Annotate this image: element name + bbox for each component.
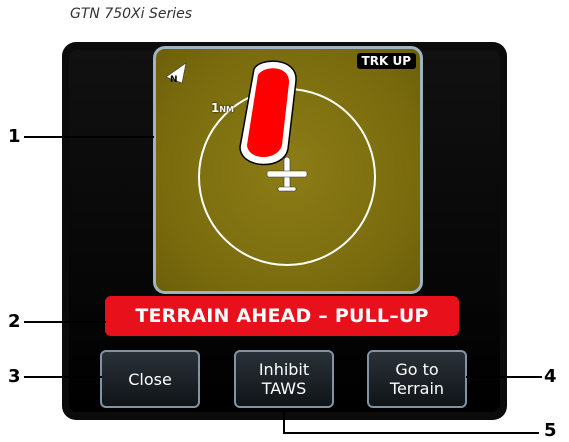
callout-2: 2	[8, 311, 21, 332]
orientation-badge[interactable]: TRK UP	[356, 53, 416, 69]
callout-2-leader	[24, 321, 106, 323]
close-button[interactable]: Close	[100, 350, 200, 408]
callout-1-leader	[24, 136, 154, 138]
terrain-map[interactable]: N TRK UP 1NM	[153, 46, 423, 294]
range-unit: NM	[219, 105, 235, 114]
callout-5-leader	[283, 432, 539, 434]
north-label: N	[170, 75, 178, 85]
callout-3: 3	[8, 366, 21, 387]
callout-5: 5	[544, 420, 557, 441]
terrain-map-graphics: N	[165, 60, 376, 266]
callout-4-leader	[466, 376, 542, 378]
callout-4: 4	[544, 366, 557, 387]
terrain-alert-area	[239, 60, 297, 166]
callout-1: 1	[8, 126, 21, 147]
callout-5-leader-vertical	[283, 408, 285, 434]
go-to-terrain-button[interactable]: Go to Terrain	[367, 350, 467, 408]
north-arrow-icon: N	[165, 62, 187, 85]
inhibit-taws-button[interactable]: Inhibit TAWS	[234, 350, 334, 408]
range-label: 1NM	[211, 101, 234, 115]
terrain-alert-banner: TERRAIN AHEAD – PULL–UP	[105, 296, 459, 336]
caption: GTN 750Xi Series	[70, 6, 193, 22]
callout-3-leader	[24, 376, 102, 378]
